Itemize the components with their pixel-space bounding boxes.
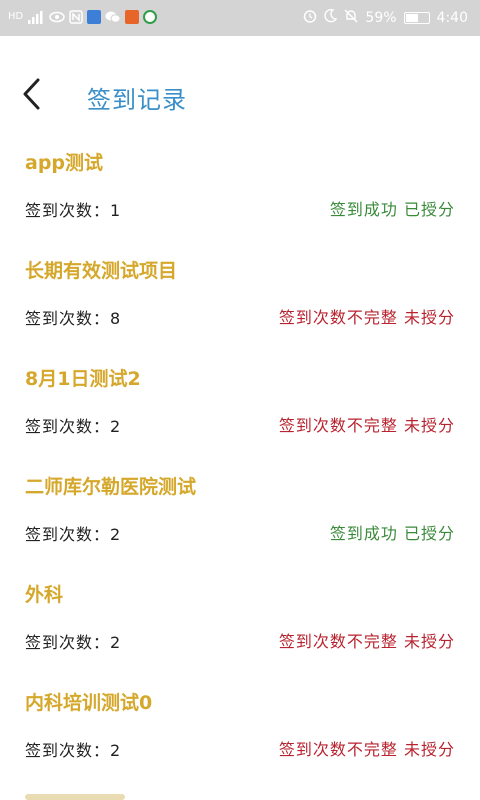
list-item[interactable]: app测试签到次数：1 签到成功 已授分 bbox=[0, 140, 480, 248]
page-title: 签到记录 bbox=[87, 86, 187, 114]
status-bar: HD 59% 4:40 bbox=[0, 0, 480, 36]
checkin-count-label: 签到次数： bbox=[25, 633, 111, 652]
status-right-icons: 59% 4:40 bbox=[303, 8, 468, 27]
status-left-icons: HD bbox=[8, 10, 158, 24]
signal-strength-icon bbox=[27, 10, 45, 24]
checkin-count-label: 签到次数： bbox=[25, 417, 111, 436]
credit-status: 签到成功 已授分 bbox=[329, 524, 455, 543]
list-item[interactable]: 8月1日测试2 签到次数：2 签到次数不完整 未授分 bbox=[0, 356, 480, 464]
list-item[interactable]: 二师库尔勒医院测试 签到次数：2 签到成功 已授分 bbox=[0, 464, 480, 572]
wechat-icon bbox=[105, 10, 121, 24]
eye-comfort-icon bbox=[49, 10, 65, 24]
clock-time: 4:40 bbox=[436, 10, 468, 26]
app-notification-blue-icon bbox=[87, 10, 102, 24]
list-item[interactable]: 内科培训测试0 签到次数：2 签到次数不完整 未授分 bbox=[0, 680, 480, 788]
back-button[interactable] bbox=[18, 76, 50, 112]
nfc-icon bbox=[69, 10, 83, 24]
battery-percent: 59% bbox=[365, 10, 397, 26]
checkin-count-value: 2 bbox=[110, 633, 122, 652]
alarm-icon bbox=[303, 9, 317, 27]
checkin-count-label: 签到次数： bbox=[25, 525, 111, 544]
app-header: 签到记录 bbox=[0, 36, 480, 156]
battery-level bbox=[405, 14, 418, 22]
moon-icon bbox=[324, 8, 338, 27]
credit-status: 签到次数不完整 未授分 bbox=[278, 632, 455, 651]
list-item[interactable]: 外科签到次数：2 签到次数不完整 未授分 bbox=[0, 572, 480, 680]
record-title: 外科 bbox=[25, 584, 64, 606]
record-title: 长期有效测试项目 bbox=[25, 260, 178, 282]
checkin-count-value: 8 bbox=[110, 309, 122, 328]
checkin-count: 签到次数：2 bbox=[25, 737, 121, 761]
checkin-record-list: app测试 签到次数：1 签到成功 已授分 长期有效测试项目 签到次数：8 签到次数不完整… bbox=[0, 140, 480, 788]
mute-bell-icon bbox=[344, 9, 358, 27]
record-title: app测试 bbox=[25, 152, 104, 174]
partially-visible-record-title bbox=[25, 794, 125, 800]
checkin-count-value: 2 bbox=[110, 741, 122, 760]
checkin-count-label: 签到次数： bbox=[25, 201, 111, 220]
checkin-count: 签到次数：8 bbox=[25, 305, 121, 329]
battery-icon bbox=[403, 12, 430, 24]
credit-status: 签到次数不完整 未授分 bbox=[278, 308, 455, 327]
checkin-count-value: 1 bbox=[110, 201, 122, 220]
checkin-count: 签到次数：2 bbox=[25, 413, 121, 437]
checkin-count-label: 签到次数： bbox=[25, 741, 111, 760]
hd-indicator: HD bbox=[8, 11, 24, 22]
record-title: 内科培训测试0 bbox=[25, 692, 153, 714]
credit-status: 签到成功 已授分 bbox=[329, 200, 455, 219]
checkin-count-value: 2 bbox=[110, 417, 122, 436]
app-notification-orange-icon bbox=[125, 10, 140, 24]
checkin-count: 签到次数：2 bbox=[25, 521, 121, 545]
record-title: 8月1日测试2 bbox=[25, 368, 141, 390]
record-title: 二师库尔勒医院测试 bbox=[25, 476, 197, 498]
chevron-left-icon bbox=[23, 78, 40, 110]
checkin-count-label: 签到次数： bbox=[25, 309, 111, 328]
credit-status: 签到次数不完整 未授分 bbox=[278, 416, 455, 435]
credit-status: 签到次数不完整 未授分 bbox=[278, 740, 455, 759]
checkin-count: 签到次数：2 bbox=[25, 629, 121, 653]
checkin-count: 签到次数：1 bbox=[25, 197, 121, 221]
checkin-count-value: 2 bbox=[110, 525, 122, 544]
list-item[interactable]: 长期有效测试项目 签到次数：8 签到次数不完整 未授分 bbox=[0, 248, 480, 356]
app-notification-green-icon bbox=[143, 10, 158, 24]
